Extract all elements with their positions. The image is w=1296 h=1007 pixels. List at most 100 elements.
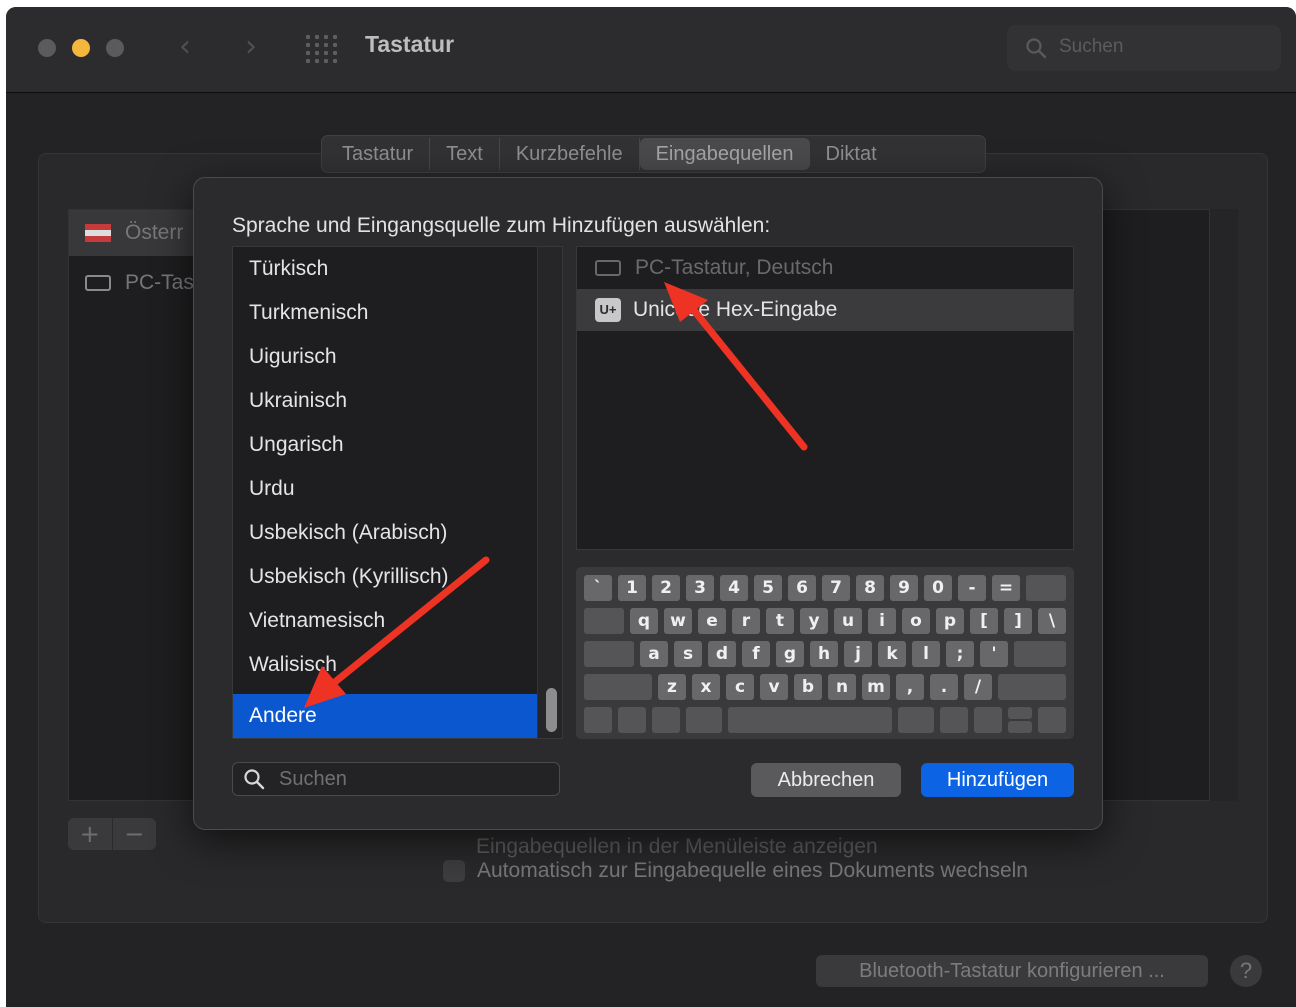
key: 7 (822, 575, 850, 601)
delete-key (1026, 575, 1066, 601)
key: ; (946, 641, 974, 667)
language-item[interactable]: Uigurisch (233, 335, 537, 379)
key: ' (980, 641, 1008, 667)
key: ` (584, 575, 612, 601)
caps-lock-key (584, 641, 634, 667)
key: r (732, 608, 760, 634)
key: b (794, 674, 822, 700)
key: q (630, 608, 658, 634)
key: x (692, 674, 720, 700)
preferences-search-field[interactable]: Suchen (1007, 25, 1281, 71)
search-placeholder: Suchen (1059, 36, 1124, 57)
key: n (828, 674, 856, 700)
cancel-button[interactable]: Abbrechen (751, 763, 901, 797)
scrollbar-thumb[interactable] (546, 688, 557, 732)
key: z (658, 674, 686, 700)
auto-switch-label: Automatisch zur Eingabequelle eines Doku… (477, 859, 1028, 882)
tab-key (584, 608, 624, 634)
key: g (776, 641, 804, 667)
auto-switch-option[interactable]: Automatisch zur Eingabequelle eines Doku… (443, 859, 1028, 883)
search-icon (244, 769, 265, 790)
key: , (896, 674, 924, 700)
key: 0 (924, 575, 952, 601)
fn-key (584, 707, 612, 733)
add-source-button[interactable]: + (68, 818, 113, 850)
language-item[interactable]: Urdu (233, 467, 537, 511)
language-item[interactable]: Usbekisch (Arabisch) (233, 511, 537, 555)
key: / (964, 674, 992, 700)
tab-tastatur[interactable]: Tastatur (326, 138, 431, 170)
input-sources-scrollbar[interactable] (1209, 209, 1238, 801)
show-all-grid-icon[interactable] (306, 35, 338, 63)
bluetooth-keyboard-button[interactable]: Bluetooth-Tastatur konfigurieren ... (816, 955, 1208, 987)
language-item[interactable]: Turkmenisch (233, 291, 537, 335)
language-item-selected[interactable]: Andere (233, 694, 537, 738)
key: 1 (618, 575, 646, 601)
tab-eingabequellen[interactable]: Eingabequellen (639, 138, 810, 170)
close-window-button[interactable] (38, 39, 56, 57)
key: ] (1004, 608, 1032, 634)
unicode-icon: U+ (595, 298, 621, 322)
language-item[interactable]: Ukrainisch (233, 379, 537, 423)
key: 2 (652, 575, 680, 601)
search-icon (1026, 38, 1047, 59)
tab-kurzbefehle[interactable]: Kurzbefehle (500, 138, 640, 170)
arrow-up-key (1008, 707, 1032, 719)
zoom-window-button[interactable] (106, 39, 124, 57)
language-list-scrollbar[interactable] (537, 247, 562, 738)
remove-source-button[interactable]: − (113, 818, 157, 850)
key: o (902, 608, 930, 634)
key: 6 (788, 575, 816, 601)
input-source-options-list: PC-Tastatur, Deutsch U+ Unicode Hex-Eing… (576, 246, 1074, 550)
key: v (760, 674, 788, 700)
key: m (862, 674, 890, 700)
key: 4 (720, 575, 748, 601)
search-placeholder: Suchen (279, 768, 347, 790)
key: k (878, 641, 906, 667)
add-button[interactable]: Hinzufügen (921, 763, 1074, 797)
minimize-window-button[interactable] (72, 39, 90, 57)
key: 5 (754, 575, 782, 601)
input-source-label: Österr (125, 221, 184, 244)
key: 9 (890, 575, 918, 601)
return-key (1014, 641, 1066, 667)
language-item[interactable]: Usbekisch (Kyrillisch) (233, 555, 537, 599)
source-option-unicode-hex[interactable]: U+ Unicode Hex-Eingabe (577, 289, 1073, 331)
window-title: Tastatur (365, 31, 455, 57)
input-source-item[interactable]: PC-Tas (69, 260, 209, 306)
language-item[interactable]: Walisisch (233, 643, 537, 687)
key: j (844, 641, 872, 667)
command-key (686, 707, 722, 733)
key: f (742, 641, 770, 667)
forward-arrow-icon[interactable]: › (236, 29, 266, 65)
source-option-pc-keyboard: PC-Tastatur, Deutsch (577, 247, 1073, 289)
tab-text[interactable]: Text (430, 138, 500, 170)
language-search-field[interactable]: Suchen (232, 762, 560, 796)
key: w (664, 608, 692, 634)
keyboard-icon (595, 260, 621, 276)
arrow-left-key (974, 707, 1002, 733)
key: = (992, 575, 1020, 601)
key: s (674, 641, 702, 667)
input-source-label: PC-Tas (125, 271, 194, 294)
input-source-item[interactable]: Österr (69, 210, 209, 256)
back-arrow-icon[interactable]: ‹ (170, 29, 200, 65)
key: i (868, 608, 896, 634)
tab-diktat[interactable]: Diktat (810, 138, 893, 170)
language-item[interactable]: Ungarisch (233, 423, 537, 467)
option-key (940, 707, 968, 733)
key: y (800, 608, 828, 634)
help-button[interactable]: ? (1230, 955, 1262, 987)
language-item[interactable]: Vietnamesisch (233, 599, 537, 643)
language-item[interactable]: Türkisch (233, 247, 537, 291)
key: [ (970, 608, 998, 634)
auto-switch-checkbox[interactable] (443, 860, 465, 882)
control-key (618, 707, 646, 733)
right-shift-key (998, 674, 1066, 700)
arrow-down-key (1008, 721, 1032, 733)
key: t (766, 608, 794, 634)
language-list: Türkisch Turkmenisch Uigurisch Ukrainisc… (232, 246, 563, 739)
key: u (834, 608, 862, 634)
key: a (640, 641, 668, 667)
tab-bar: Tastatur Text Kurzbefehle Eingabequellen… (321, 135, 986, 173)
